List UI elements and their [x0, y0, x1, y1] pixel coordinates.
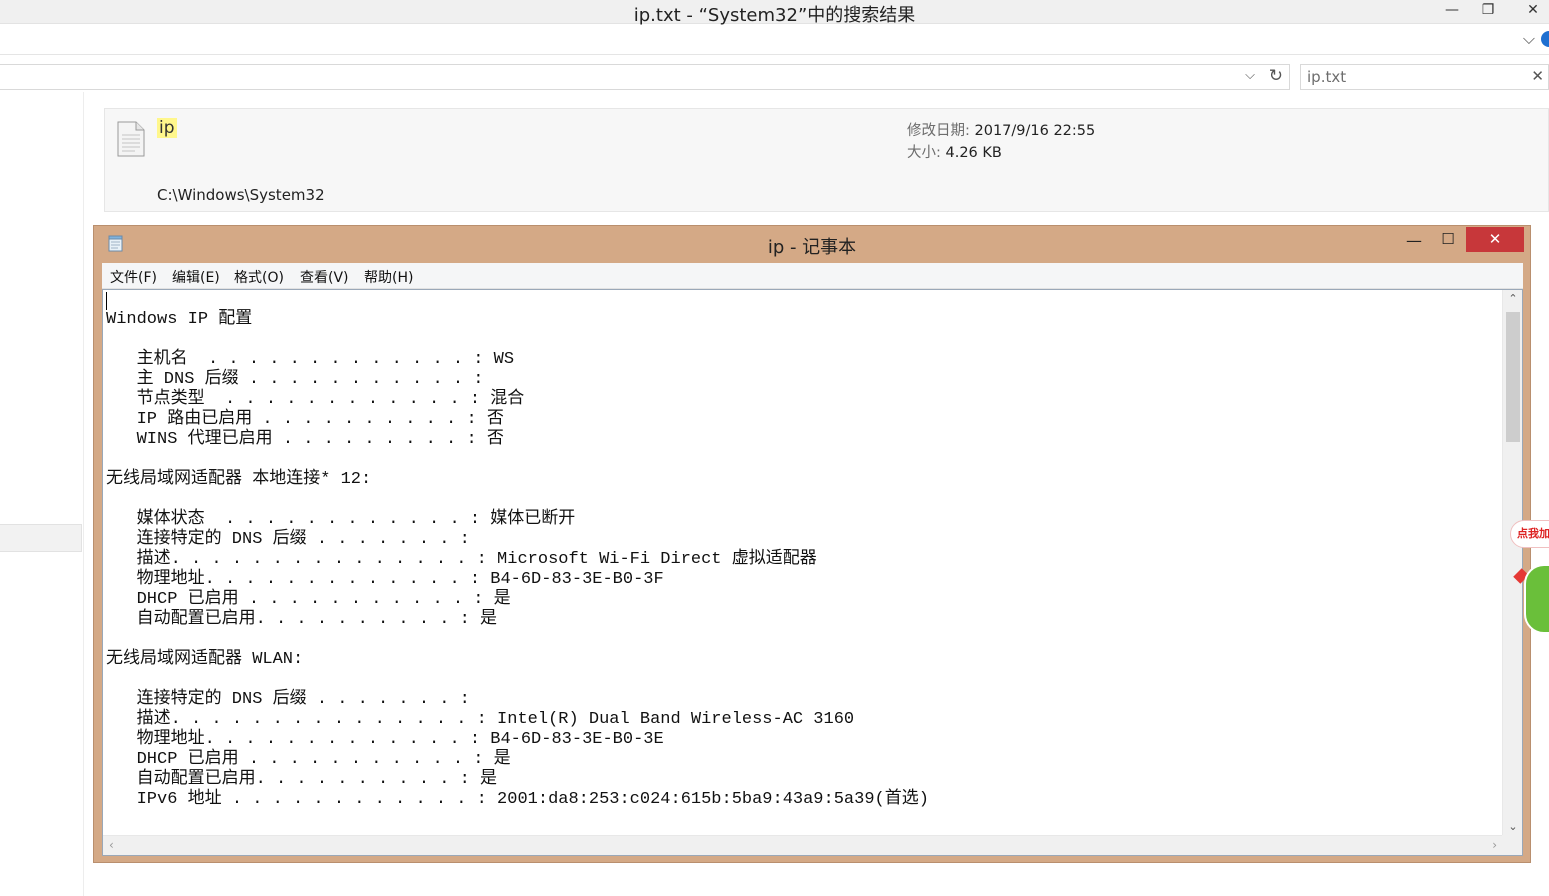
search-result-item[interactable]: ip C:\Windows\System32 修改日期: 2017/9/16 2…	[104, 108, 1549, 212]
modified-date-value: 2017/9/16 22:55	[974, 123, 1096, 139]
notepad-content[interactable]: Windows IP 配置 主机名 . . . . . . . . . . . …	[106, 290, 1496, 810]
scroll-right-icon[interactable]: ›	[1492, 838, 1497, 852]
navigation-pane[interactable]	[0, 92, 84, 896]
result-file-path: C:\Windows\System32	[157, 186, 325, 204]
widget-label[interactable]: 点我加	[1510, 520, 1549, 548]
vertical-scroll-thumb[interactable]	[1506, 312, 1520, 442]
notepad-window: ip - 记事本 — ☐ ✕ 文件(F) 编辑(E) 格式(O) 查看(V) 帮…	[93, 225, 1531, 863]
explorer-maximize-button[interactable]: ❐	[1470, 0, 1506, 22]
notepad-maximize-button[interactable]: ☐	[1434, 229, 1462, 251]
address-bar[interactable]: ⌵ ↻	[0, 64, 1290, 90]
modified-date-label: 修改日期:	[907, 123, 970, 139]
notepad-window-title: ip - 记事本	[767, 237, 857, 258]
menu-view[interactable]: 查看(V)	[300, 267, 349, 287]
menu-edit[interactable]: 编辑(E)	[172, 267, 220, 287]
text-file-icon	[117, 121, 145, 157]
search-clear-icon[interactable]: ✕	[1531, 67, 1544, 85]
menu-format[interactable]: 格式(O)	[234, 267, 284, 287]
notepad-minimize-button[interactable]: —	[1400, 231, 1428, 253]
result-file-meta: 修改日期: 2017/9/16 22:55 大小: 4.26 KB	[907, 120, 1095, 164]
explorer-minimize-button[interactable]: —	[1434, 0, 1470, 22]
explorer-ribbon: ⌵	[0, 25, 1549, 55]
file-size-value: 4.26 KB	[945, 145, 1002, 161]
horizontal-scrollbar[interactable]: ‹ ›	[103, 835, 1503, 855]
result-file-name[interactable]: ip	[157, 118, 177, 138]
menu-help[interactable]: 帮助(H)	[364, 267, 413, 287]
nav-selected-item[interactable]	[0, 524, 82, 552]
explorer-titlebar: ip.txt - “System32”中的搜索结果 — ❐ ✕	[0, 0, 1549, 26]
file-size-label: 大小:	[907, 145, 941, 161]
scroll-left-icon[interactable]: ‹	[109, 838, 114, 852]
menu-file[interactable]: 文件(F)	[110, 267, 157, 287]
notepad-titlebar[interactable]: ip - 记事本 — ☐ ✕	[94, 226, 1530, 263]
notepad-close-button[interactable]: ✕	[1466, 227, 1524, 252]
widget-mascot-icon[interactable]	[1524, 564, 1549, 634]
explorer-close-button[interactable]: ✕	[1515, 0, 1549, 22]
scroll-down-icon[interactable]: ⌄	[1503, 820, 1522, 833]
notepad-text-area[interactable]: Windows IP 配置 主机名 . . . . . . . . . . . …	[102, 289, 1523, 856]
ribbon-expand-icon[interactable]: ⌵	[1523, 29, 1535, 49]
scroll-corner	[1502, 835, 1522, 855]
refresh-icon[interactable]: ↻	[1269, 66, 1283, 86]
address-dropdown-icon[interactable]: ⌵	[1245, 68, 1255, 83]
explorer-window-title: ip.txt - “System32”中的搜索结果	[633, 5, 916, 26]
floating-widget[interactable]: 点我加	[1506, 520, 1549, 640]
notepad-menubar: 文件(F) 编辑(E) 格式(O) 查看(V) 帮助(H)	[102, 263, 1523, 289]
search-input-value[interactable]: ip.txt	[1307, 68, 1346, 86]
search-input[interactable]: ip.txt ✕	[1300, 64, 1549, 90]
scroll-up-icon[interactable]: ⌃	[1503, 292, 1522, 305]
text-caret	[106, 292, 107, 310]
help-icon[interactable]	[1541, 31, 1549, 47]
